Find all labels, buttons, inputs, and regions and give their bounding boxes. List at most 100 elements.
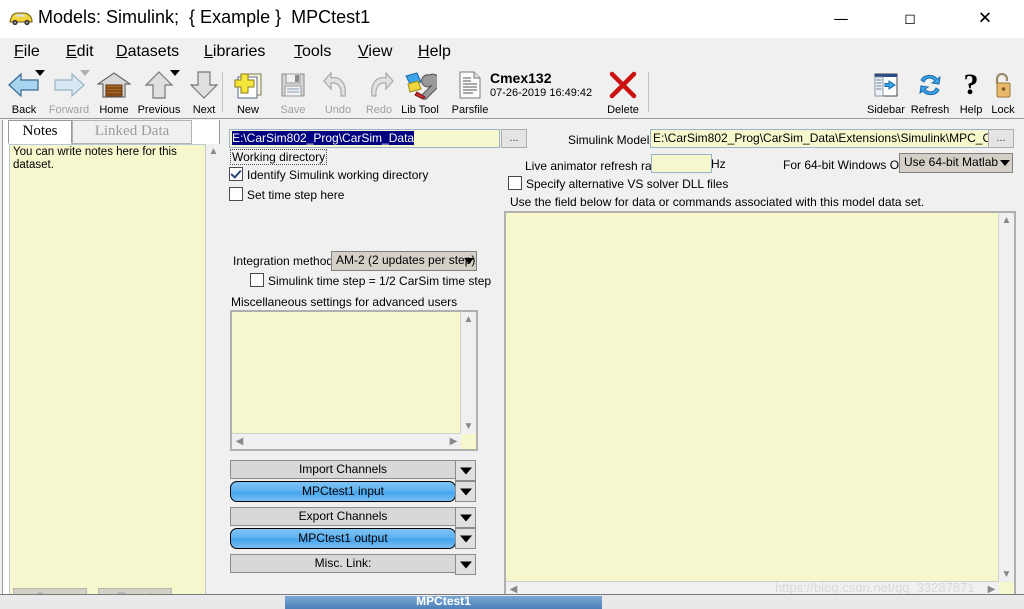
import-selection-chevron-down-icon: [459, 488, 472, 495]
toolbar-back-button[interactable]: Back: [2, 68, 46, 116]
set-time-step-checkbox-box[interactable]: [229, 187, 243, 201]
set-time-step-checkbox[interactable]: Set time step here: [229, 187, 344, 203]
alt-dll-label: Specify alternative VS solver DLL files: [526, 177, 729, 191]
menu-edit-label: dit: [76, 43, 94, 60]
misc-scroll-left-icon[interactable]: ◀: [232, 434, 247, 449]
toolbar-back-label: Back: [11, 104, 37, 116]
toolbar-next-button[interactable]: Next: [182, 68, 226, 116]
simulink-model-input[interactable]: E:\CarSim802_Prog\CarSim_Data\Extensions…: [650, 129, 990, 148]
working-directory-value: E:\CarSim802_Prog\CarSim_Data: [232, 131, 415, 145]
export-channels-header-dropdown[interactable]: [455, 507, 476, 528]
simulink-half-step-checkbox[interactable]: Simulink time step = 1/2 CarSim time ste…: [250, 273, 491, 289]
alt-dll-checkbox[interactable]: Specify alternative VS solver DLL files: [508, 176, 728, 192]
notes-editor[interactable]: You can write notes here for this datase…: [9, 144, 207, 609]
misc-scroll-up-icon[interactable]: ▲: [461, 312, 476, 327]
toolbar-sidebar-button[interactable]: Sidebar: [864, 68, 908, 116]
maximize-button[interactable]: ◻: [887, 0, 933, 38]
misc-scroll-right-icon[interactable]: ▶: [446, 434, 461, 449]
os-setting-chevron-down-icon[interactable]: [1000, 160, 1010, 166]
import-channels-selection-dropdown[interactable]: [455, 481, 476, 502]
back-dropdown-caret[interactable]: [35, 70, 45, 76]
toolbar-new-button[interactable]: New: [226, 68, 270, 116]
menu-view[interactable]: View: [352, 40, 398, 64]
parsfile-timestamp: 07-26-2019 16:49:42: [490, 87, 593, 99]
toolbar-save-button[interactable]: Save: [271, 68, 315, 116]
export-selection-chevron-down-icon: [459, 535, 472, 542]
os-setting-label: For 64-bit Windows OS:: [783, 158, 911, 172]
model-data-scroll-up-icon[interactable]: ▲: [999, 213, 1014, 228]
previous-dropdown-caret[interactable]: [170, 70, 180, 76]
menu-help-label: elp: [429, 43, 451, 60]
menu-datasets[interactable]: Datasets: [110, 40, 185, 64]
working-directory-input[interactable]: E:\CarSim802_Prog\CarSim_Data: [229, 129, 500, 148]
refresh-rate-input[interactable]: [651, 154, 712, 173]
toolbar-home-button[interactable]: Home: [92, 68, 136, 116]
menu-libraries[interactable]: Libraries: [198, 40, 271, 64]
model-data-textarea[interactable]: ▲ ▼ ◀ ▶: [504, 211, 1016, 599]
toolbar-refresh-label: Refresh: [910, 104, 950, 116]
parsfile-info: Cmex132 07-26-2019 16:49:42: [490, 70, 592, 100]
import-channels-header-dropdown[interactable]: [455, 460, 476, 481]
background-window-strip: MPCtest1: [0, 594, 1024, 609]
export-header-chevron-down-icon: [459, 514, 472, 521]
export-channels-header[interactable]: Export Channels: [230, 507, 456, 526]
forward-dropdown-caret[interactable]: [80, 70, 90, 76]
tab-linked-data[interactable]: Linked Data: [72, 120, 192, 144]
parsfile-name: Cmex132: [490, 70, 552, 86]
model-data-scroll-down-icon[interactable]: ▼: [999, 567, 1014, 582]
close-button[interactable]: ✕: [962, 0, 1008, 38]
simulink-half-step-checkbox-box[interactable]: [250, 273, 264, 287]
model-data-vertical-scrollbar[interactable]: ▲ ▼: [998, 213, 1014, 582]
toolbar-parsfile-button[interactable]: Parsfile: [448, 68, 492, 116]
integration-method-select[interactable]: AM-2 (2 updates per step): [331, 251, 477, 271]
menu-file[interactable]: File: [8, 40, 46, 64]
misc-settings-textarea[interactable]: ▲ ▼ ◀ ▶: [230, 310, 478, 451]
working-directory-browse-button[interactable]: ...: [501, 129, 527, 148]
red-x-icon: [609, 71, 637, 99]
import-channels-header[interactable]: Import Channels: [230, 460, 456, 479]
export-channels-group: Export Channels MPCtest1 output: [230, 507, 476, 549]
notes-scroll-up-icon[interactable]: ▲: [206, 144, 221, 159]
model-data-value[interactable]: [506, 213, 999, 582]
simulink-model-browse-button[interactable]: ...: [988, 129, 1014, 148]
tab-notes[interactable]: Notes: [8, 120, 72, 144]
integration-method-chevron-down-icon[interactable]: [464, 258, 474, 264]
toolbar-lib-tool-button[interactable]: Lib Tool: [398, 68, 442, 116]
toolbar-undo-button[interactable]: Undo: [316, 68, 360, 116]
identify-simulink-dir-checkbox[interactable]: Identify Simulink working directory: [229, 167, 428, 183]
menu-datasets-label: atasets: [127, 43, 180, 60]
alt-dll-checkbox-box[interactable]: [508, 176, 522, 190]
notes-vertical-scrollbar[interactable]: ▲ ▼: [205, 144, 221, 609]
menu-edit[interactable]: Edit: [60, 40, 100, 64]
toolbar-redo-button[interactable]: Redo: [357, 68, 401, 116]
export-channels-selection[interactable]: MPCtest1 output: [230, 528, 456, 549]
misc-settings-horizontal-scrollbar[interactable]: ◀ ▶: [232, 433, 461, 449]
background-window-titlebar[interactable]: MPCtest1: [285, 595, 602, 609]
toolbar-forward-label: Forward: [48, 104, 90, 116]
toolbar-lock-button[interactable]: Lock: [981, 68, 1024, 116]
misc-link-dropdown[interactable]: [455, 554, 476, 575]
menu-tools-label: ools: [302, 43, 332, 60]
toolbar-next-label: Next: [192, 104, 216, 116]
os-setting-select[interactable]: Use 64-bit Matlab: [899, 153, 1013, 173]
export-channels-selection-dropdown[interactable]: [455, 528, 476, 549]
toolbar-refresh-button[interactable]: Refresh: [908, 68, 952, 116]
toolbar-parsfile-label: Parsfile: [451, 104, 489, 116]
misc-scroll-down-icon[interactable]: ▼: [461, 419, 476, 434]
working-directory-label: Working directory: [230, 149, 328, 165]
menu-view-label: iew: [368, 43, 393, 60]
toolbar-forward-button[interactable]: Forward: [47, 68, 91, 116]
menu-tools[interactable]: Tools: [288, 40, 337, 64]
toolbar-delete-button[interactable]: Delete: [601, 68, 645, 116]
toolbar-previous-button[interactable]: Previous: [137, 68, 181, 116]
floppy-disk-icon: [281, 73, 305, 97]
misc-settings-vertical-scrollbar[interactable]: ▲ ▼: [460, 312, 476, 434]
import-channels-selection[interactable]: MPCtest1 input: [230, 481, 456, 502]
misc-settings-value[interactable]: [232, 312, 461, 434]
toolbar-delete-label: Delete: [607, 104, 639, 116]
identify-simulink-dir-checkbox-box[interactable]: [229, 167, 243, 181]
misc-link-button[interactable]: Misc. Link:: [230, 554, 456, 573]
toolbar-previous-label: Previous: [137, 104, 181, 116]
minimize-button[interactable]: —: [818, 0, 864, 38]
menu-help[interactable]: Help: [412, 40, 457, 64]
